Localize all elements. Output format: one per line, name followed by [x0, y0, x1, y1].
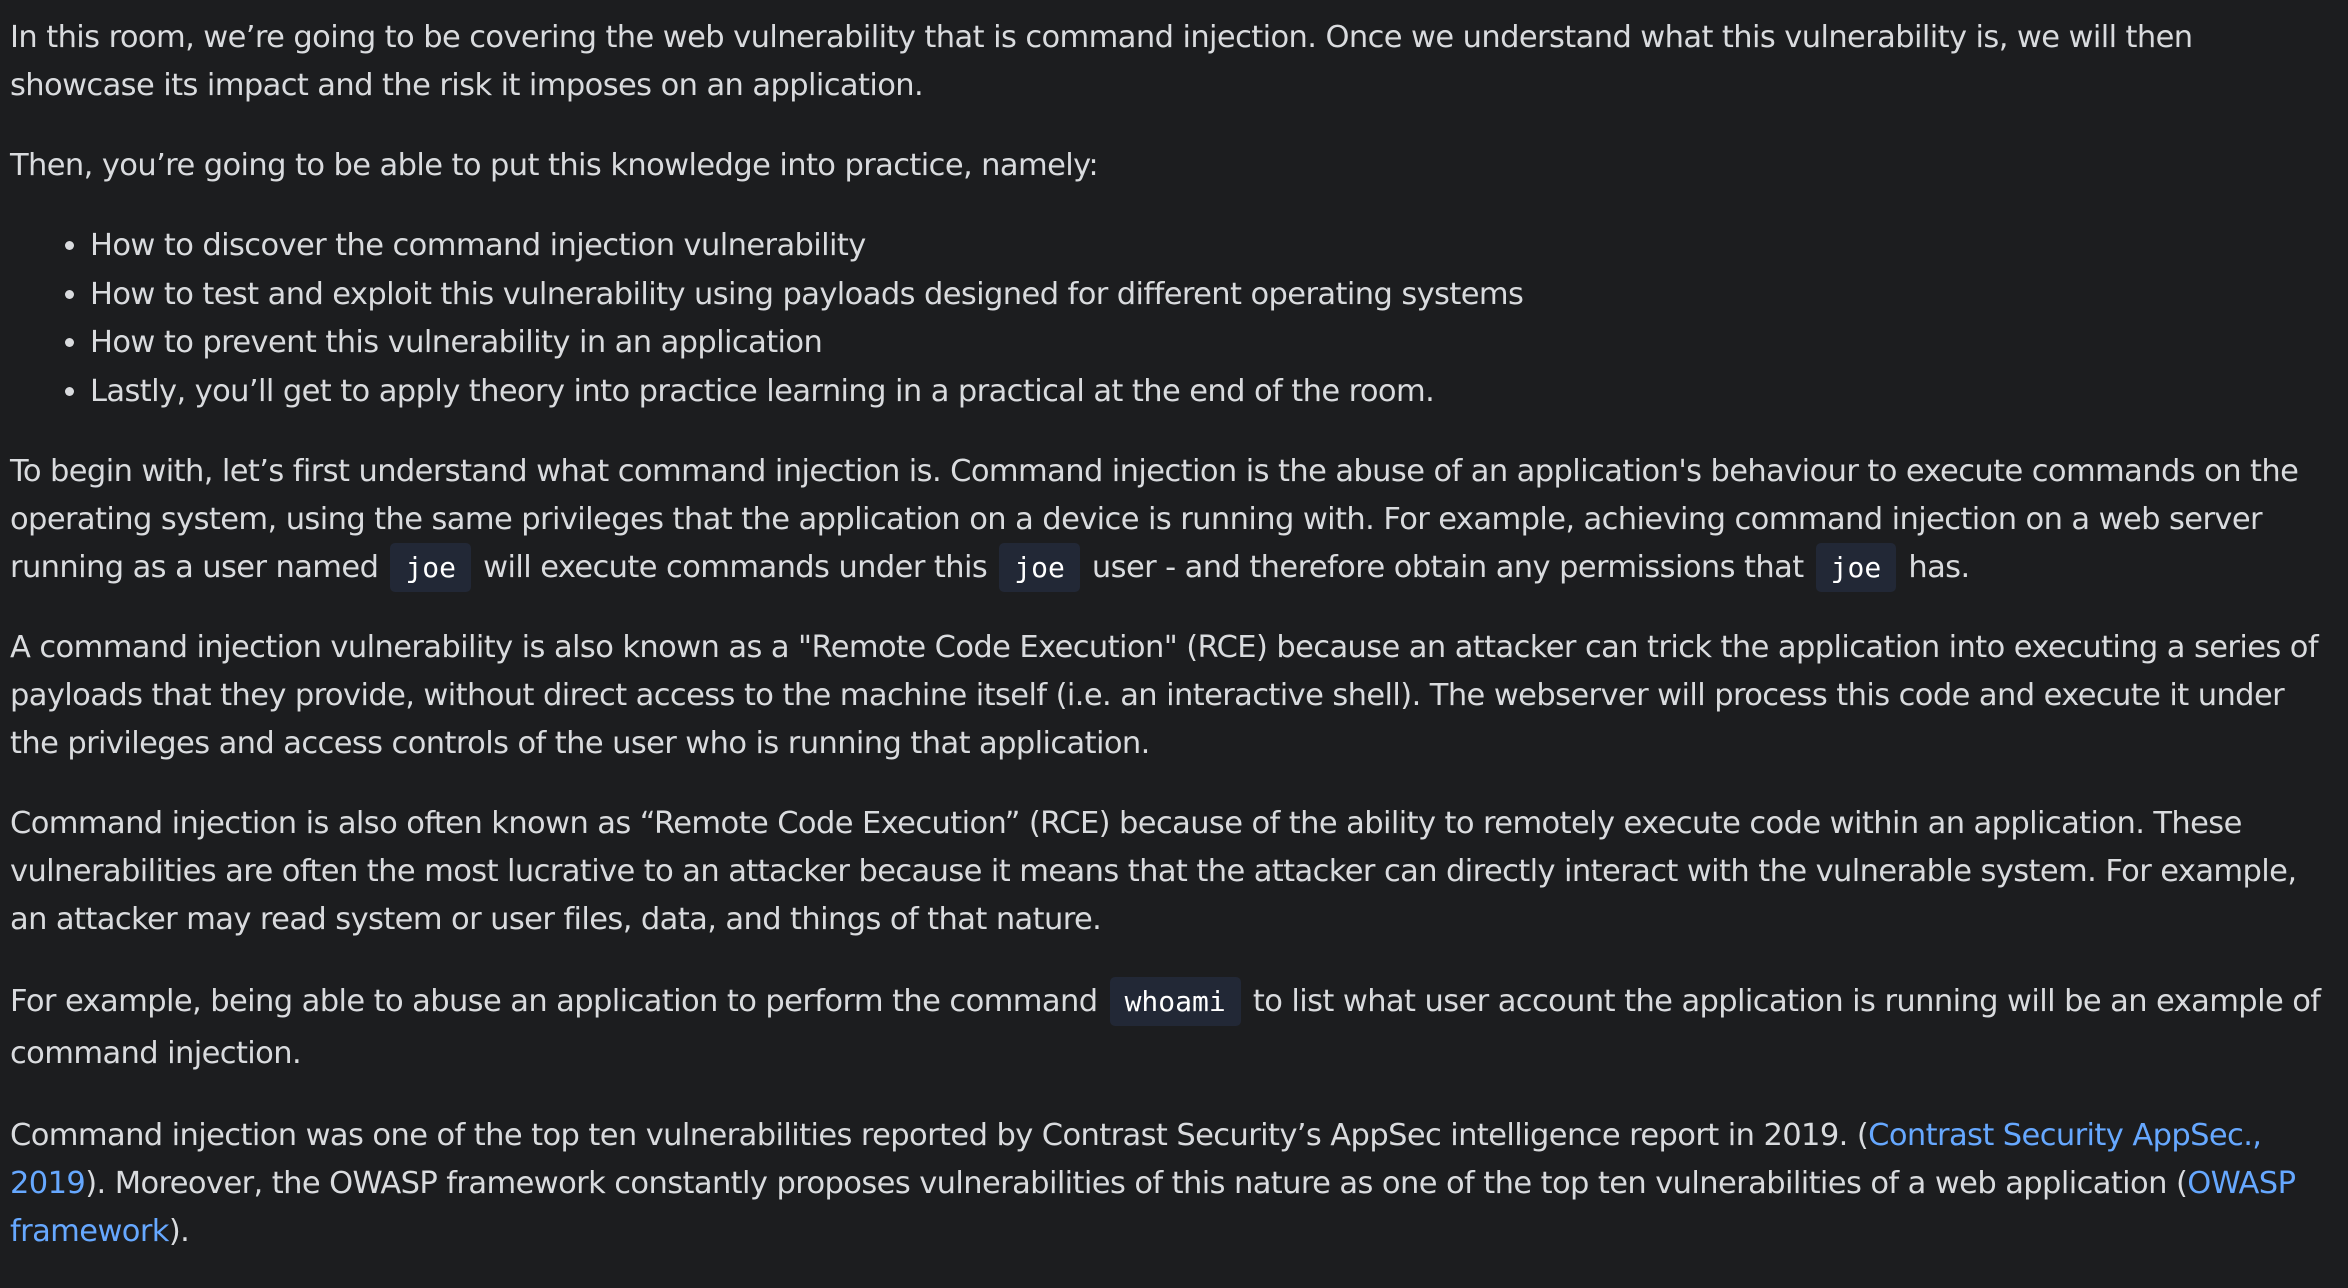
learning-objectives-list: How to discover the command injection vu…	[10, 222, 2340, 416]
list-item: How to prevent this vulnerability in an …	[90, 319, 2340, 368]
definition-paragraph: To begin with, let’s first understand wh…	[10, 448, 2340, 592]
inline-code-whoami: whoami	[1109, 977, 1241, 1026]
article-body: In this room, we’re going to be covering…	[10, 14, 2340, 1288]
definition-text: will execute commands under this	[483, 550, 988, 585]
list-item: How to test and exploit this vulnerabili…	[90, 271, 2340, 320]
rce-impact-paragraph: Command injection is also often known as…	[10, 806, 2297, 937]
references-text: ).	[168, 1214, 190, 1249]
references-text: ). Moreover, the OWASP framework constan…	[85, 1166, 2188, 1201]
practice-intro-paragraph: Then, you’re going to be able to put thi…	[10, 148, 1099, 183]
example-text: For example, being able to abuse an appl…	[10, 984, 1098, 1019]
references-paragraph: Command injection was one of the top ten…	[10, 1112, 2340, 1256]
list-item: How to discover the command injection vu…	[90, 222, 2340, 271]
definition-text: user - and therefore obtain any permissi…	[1091, 550, 1804, 585]
references-text: Command injection was one of the top ten…	[10, 1118, 1869, 1153]
rce-paragraph: A command injection vulnerability is als…	[10, 630, 2319, 761]
inline-code-joe: joe	[390, 543, 472, 592]
intro-paragraph: In this room, we’re going to be covering…	[10, 20, 2193, 103]
list-item: Lastly, you’ll get to apply theory into …	[90, 368, 2340, 417]
inline-code-joe: joe	[999, 543, 1080, 592]
whoami-example-paragraph: For example, being able to abuse an appl…	[10, 976, 2340, 1080]
inline-code-joe: joe	[1815, 543, 1897, 592]
definition-text: has.	[1908, 550, 1970, 585]
